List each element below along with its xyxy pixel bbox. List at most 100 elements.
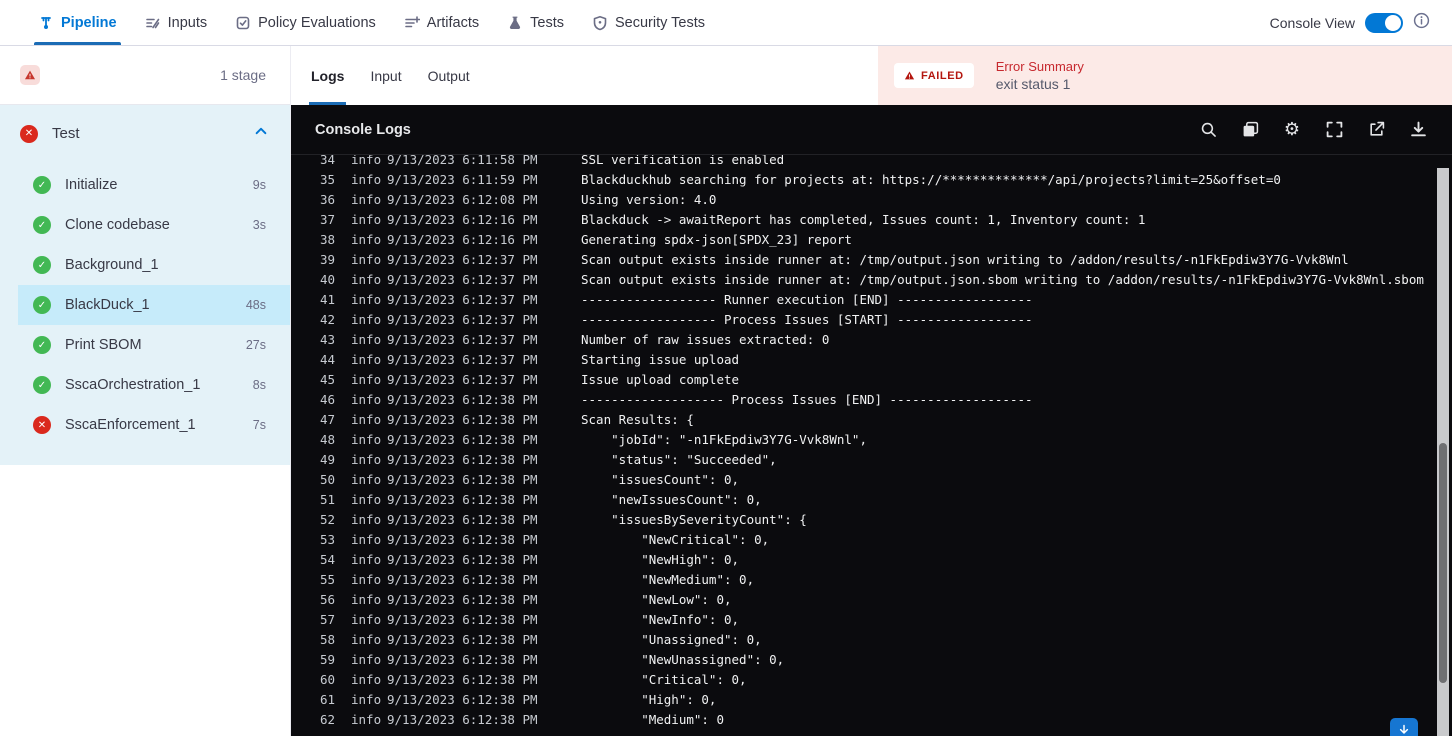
step-duration: 27s xyxy=(245,338,266,352)
log-line-number: 42 xyxy=(319,312,335,327)
step-row[interactable]: Initialize 9s xyxy=(18,165,290,205)
inputs-icon xyxy=(145,15,161,31)
log-line: 36 info 9/13/2023 6:12:08 PM Using versi… xyxy=(291,190,1452,210)
log-message: "Medium": 0 xyxy=(581,712,724,727)
nav-tabs: Pipeline Inputs Policy Evaluations Artif… xyxy=(0,0,719,45)
log-message: "newIssuesCount": 0, xyxy=(581,492,762,507)
warning-triangle-icon xyxy=(904,71,915,80)
pipeline-execution-page: Pipeline Inputs Policy Evaluations Artif… xyxy=(0,0,1452,736)
log-line-number: 60 xyxy=(319,672,335,687)
log-message: Blackduck -> awaitReport has completed, … xyxy=(581,212,1146,227)
error-summary-panel: FAILED Error Summary exit status 1 xyxy=(878,46,1452,105)
chevron-up-icon[interactable] xyxy=(254,124,268,143)
step-row[interactable]: SscaOrchestration_1 8s xyxy=(18,365,290,405)
tab-input[interactable]: Input xyxy=(370,46,401,105)
tab-artifacts[interactable]: Artifacts xyxy=(390,0,493,45)
tab-pipeline[interactable]: Pipeline xyxy=(24,0,131,45)
log-message: "NewUnassigned": 0, xyxy=(581,652,785,667)
scrollbar-thumb[interactable] xyxy=(1439,443,1447,683)
log-level: info xyxy=(351,612,382,627)
tab-inputs[interactable]: Inputs xyxy=(131,0,222,45)
log-line: 39 info 9/13/2023 6:12:37 PM Scan output… xyxy=(291,250,1452,270)
log-line-number: 37 xyxy=(319,212,335,227)
log-line: 45 info 9/13/2023 6:12:37 PM Issue uploa… xyxy=(291,370,1452,390)
log-line: 59 info 9/13/2023 6:12:38 PM "NewUnassig… xyxy=(291,650,1452,670)
tab-policy-evaluations[interactable]: Policy Evaluations xyxy=(221,0,390,45)
log-scroll-area[interactable]: 34 info 9/13/2023 6:11:58 PM SSL verific… xyxy=(291,155,1452,736)
log-line: 42 info 9/13/2023 6:12:37 PM -----------… xyxy=(291,310,1452,330)
log-message: "NewLow": 0, xyxy=(581,592,732,607)
policy-evaluations-icon xyxy=(235,15,251,31)
tab-logs[interactable]: Logs xyxy=(308,46,347,105)
log-level: info xyxy=(351,592,382,607)
log-line-number: 36 xyxy=(319,192,335,207)
log-timestamp: 9/13/2023 6:12:38 PM xyxy=(387,532,538,547)
step-row[interactable]: BlackDuck_1 48s xyxy=(18,285,290,325)
step-row[interactable]: Print SBOM 27s xyxy=(18,325,290,365)
step-row[interactable]: SscaEnforcement_1 7s xyxy=(18,405,290,445)
log-level: info xyxy=(351,432,382,447)
log-line-number: 35 xyxy=(319,172,335,187)
log-line-number: 62 xyxy=(319,712,335,727)
log-level: info xyxy=(351,352,382,367)
log-line: 54 info 9/13/2023 6:12:38 PM "NewHigh": … xyxy=(291,550,1452,570)
log-timestamp: 9/13/2023 6:12:37 PM xyxy=(387,372,538,387)
log-message: ------------------ Process Issues [START… xyxy=(581,312,1033,327)
step-status-icon xyxy=(33,336,51,354)
log-timestamp: 9/13/2023 6:12:37 PM xyxy=(387,332,538,347)
log-message: Scan output exists inside runner at: /tm… xyxy=(581,272,1424,287)
log-level: info xyxy=(351,155,382,167)
log-level: info xyxy=(351,672,382,687)
info-icon[interactable] xyxy=(1413,12,1430,34)
copy-icon[interactable] xyxy=(1241,121,1259,139)
step-name: SscaEnforcement_1 xyxy=(65,417,196,433)
log-level: info xyxy=(351,192,382,207)
nav-right: Console View xyxy=(1270,12,1452,34)
log-line-number: 49 xyxy=(319,452,335,467)
log-line: 37 info 9/13/2023 6:12:16 PM Blackduck -… xyxy=(291,210,1452,230)
log-timestamp: 9/13/2023 6:12:38 PM xyxy=(387,512,538,527)
log-timestamp: 9/13/2023 6:12:38 PM xyxy=(387,572,538,587)
stage-row-test[interactable]: Test xyxy=(0,105,290,162)
log-line-number: 59 xyxy=(319,652,335,667)
log-level: info xyxy=(351,692,382,707)
log-level: info xyxy=(351,292,382,307)
step-row[interactable]: Background_1 xyxy=(18,245,290,285)
console-view-toggle[interactable] xyxy=(1365,12,1403,33)
step-name: Print SBOM xyxy=(65,337,142,353)
log-message: "jobId": "-n1FkEpdiw3Y7G-Vvk8Wnl", xyxy=(581,432,867,447)
pipeline-icon xyxy=(38,15,54,31)
open-in-new-icon[interactable] xyxy=(1367,121,1385,139)
log-level: info xyxy=(351,372,382,387)
log-line-number: 54 xyxy=(319,552,335,567)
log-level: info xyxy=(351,472,382,487)
log-level: info xyxy=(351,312,382,327)
stage-status-icon xyxy=(20,124,38,143)
log-level: info xyxy=(351,392,382,407)
search-icon[interactable] xyxy=(1199,121,1217,139)
step-duration: 3s xyxy=(252,218,266,232)
tab-output[interactable]: Output xyxy=(428,46,470,105)
settings-gear-icon[interactable]: ⚙ xyxy=(1283,120,1301,139)
scroll-to-bottom-button[interactable] xyxy=(1390,718,1418,736)
log-message: Scan Results: { xyxy=(581,412,694,427)
log-level: info xyxy=(351,272,382,287)
tab-tests[interactable]: Tests xyxy=(493,0,578,45)
step-row[interactable]: Clone codebase 3s xyxy=(18,205,290,245)
log-timestamp: 9/13/2023 6:12:37 PM xyxy=(387,272,538,287)
log-level: info xyxy=(351,212,382,227)
arrow-down-icon xyxy=(1399,724,1409,734)
log-level: info xyxy=(351,172,382,187)
log-line-number: 52 xyxy=(319,512,335,527)
failed-badge-label: FAILED xyxy=(921,69,964,82)
fullscreen-icon[interactable] xyxy=(1325,121,1343,139)
security-tests-icon xyxy=(592,15,608,31)
log-level: info xyxy=(351,252,382,267)
log-timestamp: 9/13/2023 6:12:38 PM xyxy=(387,652,538,667)
log-timestamp: 9/13/2023 6:12:38 PM xyxy=(387,432,538,447)
log-line: 43 info 9/13/2023 6:12:37 PM Number of r… xyxy=(291,330,1452,350)
console-scrollbar[interactable] xyxy=(1437,168,1449,736)
log-line: 41 info 9/13/2023 6:12:37 PM -----------… xyxy=(291,290,1452,310)
download-icon[interactable] xyxy=(1409,121,1427,139)
tab-security-tests[interactable]: Security Tests xyxy=(578,0,719,45)
